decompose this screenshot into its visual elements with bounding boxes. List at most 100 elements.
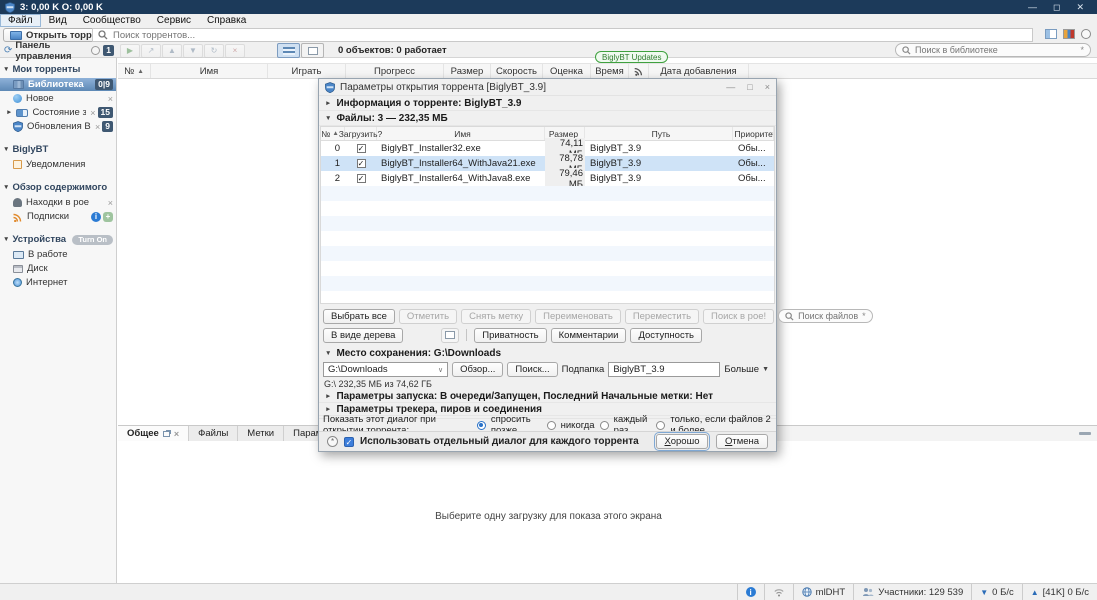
sidebar-section-my-torrents[interactable]: ▼Мои торренты [0, 62, 116, 77]
add-subscription-icon[interactable]: + [103, 212, 113, 222]
sidebar-section-biglybt[interactable]: ▼BiglyBT [0, 142, 116, 157]
sidebar-item-disk[interactable]: Диск [0, 262, 116, 275]
file-search-input[interactable] [798, 311, 858, 321]
sidebar-item-internet[interactable]: Интернет [0, 276, 116, 289]
sidebar-item-download-state[interactable]: ► Состояние загр... ×15 [0, 106, 116, 119]
window-maximize-button[interactable]: ◻ [1053, 2, 1060, 13]
toolbar-options-icon[interactable] [1081, 29, 1091, 39]
sidebar-item-subscriptions[interactable]: Подписки i + [0, 210, 116, 223]
close-icon[interactable]: × [95, 122, 100, 132]
expand-icon[interactable]: ► [6, 109, 12, 116]
settings-icon[interactable]: * [327, 436, 338, 447]
close-icon[interactable]: × [174, 429, 179, 439]
file-column-path[interactable]: Путь [585, 127, 733, 140]
list-view-toggle[interactable] [277, 43, 300, 58]
dashboard-button[interactable]: ⟳ Панель управления 1 [0, 40, 114, 62]
tab-tags[interactable]: Метки [238, 426, 284, 441]
mark-button[interactable]: Отметить [399, 309, 457, 324]
window-minimize-button[interactable]: — [1028, 2, 1037, 13]
menu-tools[interactable]: Сервис [149, 14, 199, 27]
card-view-toggle[interactable] [301, 43, 324, 58]
radio-only-multiple-files[interactable] [656, 421, 665, 430]
updates-badge[interactable]: BiglyBT Updates [595, 51, 668, 63]
dialog-close-button[interactable]: × [765, 82, 770, 92]
file-search-box[interactable]: * [778, 309, 873, 323]
separate-dialog-checkbox[interactable]: ✓ [344, 437, 354, 447]
close-icon[interactable]: × [108, 94, 113, 104]
startup-options-section-header[interactable]: ► Параметры запуска: В очереди/Запущен, … [319, 390, 776, 403]
status-download-cell[interactable]: ▼ 0 Б/с [971, 584, 1021, 600]
radio-ask-later[interactable] [477, 421, 486, 430]
sidebar-item-new[interactable]: Новое × [0, 92, 116, 105]
search-options-icon[interactable]: * [862, 311, 866, 321]
status-upload-cell[interactable]: ▲ [41K] 0 Б/с [1022, 584, 1097, 600]
move-up-button[interactable]: ▲ [162, 44, 182, 58]
close-icon[interactable]: × [108, 198, 113, 208]
info-icon[interactable]: i [746, 587, 756, 597]
cancel-button[interactable]: Отмена [716, 434, 768, 449]
recheck-button[interactable]: ↻ [204, 44, 224, 58]
file-column-download[interactable]: Загрузить? [345, 127, 377, 140]
privacy-button[interactable]: Приватность [474, 328, 546, 343]
sidebar-item-swarm-discoveries[interactable]: Находки в рое × [0, 196, 116, 209]
radio-never[interactable] [547, 421, 556, 430]
torrent-info-section-header[interactable]: ► Информация о торренте: BiglyBT_3.9 [319, 96, 776, 111]
status-dht-cell[interactable]: mlDHT [793, 584, 854, 600]
column-play[interactable]: Играть [268, 64, 346, 78]
download-checkbox[interactable]: ✓ [357, 159, 366, 168]
panel-minimize-handle[interactable] [1079, 432, 1091, 435]
availability-button[interactable]: Доступность [630, 328, 702, 343]
library-search-box[interactable]: * [895, 43, 1091, 57]
tree-view-button[interactable]: В виде дерева [323, 328, 403, 343]
dialog-minimize-button[interactable]: — [726, 82, 735, 92]
sidebar-item-in-progress[interactable]: В работе [0, 248, 116, 261]
column-time[interactable]: Время [591, 64, 629, 78]
column-progress[interactable]: Прогресс [346, 64, 444, 78]
status-info-cell[interactable]: i [737, 584, 764, 600]
window-close-button[interactable]: ✕ [1076, 2, 1084, 13]
more-button[interactable]: Больше ▼ [724, 364, 772, 375]
download-checkbox[interactable]: ✓ [357, 174, 366, 183]
sidebar-item-library[interactable]: Библиотека 0|9 [0, 78, 116, 91]
menu-help[interactable]: Справка [199, 14, 254, 27]
columns-setup-icon[interactable] [1045, 29, 1057, 39]
menu-view[interactable]: Вид [41, 14, 75, 27]
remove-button[interactable]: × [225, 44, 245, 58]
menu-file[interactable]: Файл [0, 14, 41, 27]
close-icon[interactable]: × [90, 108, 95, 118]
save-location-combo[interactable]: G:\Downloads ∨ [323, 362, 448, 377]
column-date-added[interactable]: Дата добавления [649, 64, 749, 78]
dashboard-settings-icon[interactable] [91, 46, 100, 55]
info-icon[interactable]: i [91, 212, 101, 222]
status-peers-cell[interactable]: Участники: 129 539 [853, 584, 971, 600]
file-column-name[interactable]: Имя [377, 127, 545, 140]
save-location-section-header[interactable]: ▼ Место сохранения: G:\Downloads [319, 346, 776, 361]
move-button[interactable]: Переместить [625, 309, 699, 324]
dialog-maximize-button[interactable]: □ [747, 82, 752, 92]
file-column-priority[interactable]: Приоритет [733, 127, 774, 140]
torrent-search-box[interactable] [92, 28, 1033, 42]
tab-files[interactable]: Файлы [189, 426, 238, 441]
column-size[interactable]: Размер [444, 64, 491, 78]
column-rating[interactable]: Оценка [543, 64, 591, 78]
stats-icon[interactable] [1063, 29, 1075, 39]
column-number[interactable]: №▲ [118, 64, 151, 78]
column-speed[interactable]: Скорость [491, 64, 543, 78]
tab-general[interactable]: Общее × [118, 426, 189, 441]
rename-button[interactable]: Переименовать [535, 309, 621, 324]
files-section-header[interactable]: ▼ Файлы: 3 — 232,35 МБ [319, 111, 776, 126]
column-name[interactable]: Имя [151, 64, 268, 78]
collapse-all-button[interactable] [441, 328, 459, 343]
share-button[interactable]: ↗ [141, 44, 161, 58]
torrent-search-input[interactable] [113, 30, 1027, 41]
turn-on-button[interactable]: Turn On [72, 235, 113, 245]
move-down-button[interactable]: ▼ [183, 44, 203, 58]
select-all-button[interactable]: Выбрать все [323, 309, 395, 324]
sidebar-item-biglybt-updates[interactable]: Обновления BiglyBT ×9 [0, 120, 116, 133]
column-rss[interactable] [629, 64, 649, 78]
play-button[interactable]: ▶ [120, 44, 140, 58]
library-search-input[interactable] [915, 45, 1076, 55]
radio-every-time[interactable] [600, 421, 609, 430]
ok-button[interactable]: Хорошо [656, 434, 708, 449]
sidebar-section-content-discovery[interactable]: ▼Обзор содержимого [0, 180, 116, 195]
